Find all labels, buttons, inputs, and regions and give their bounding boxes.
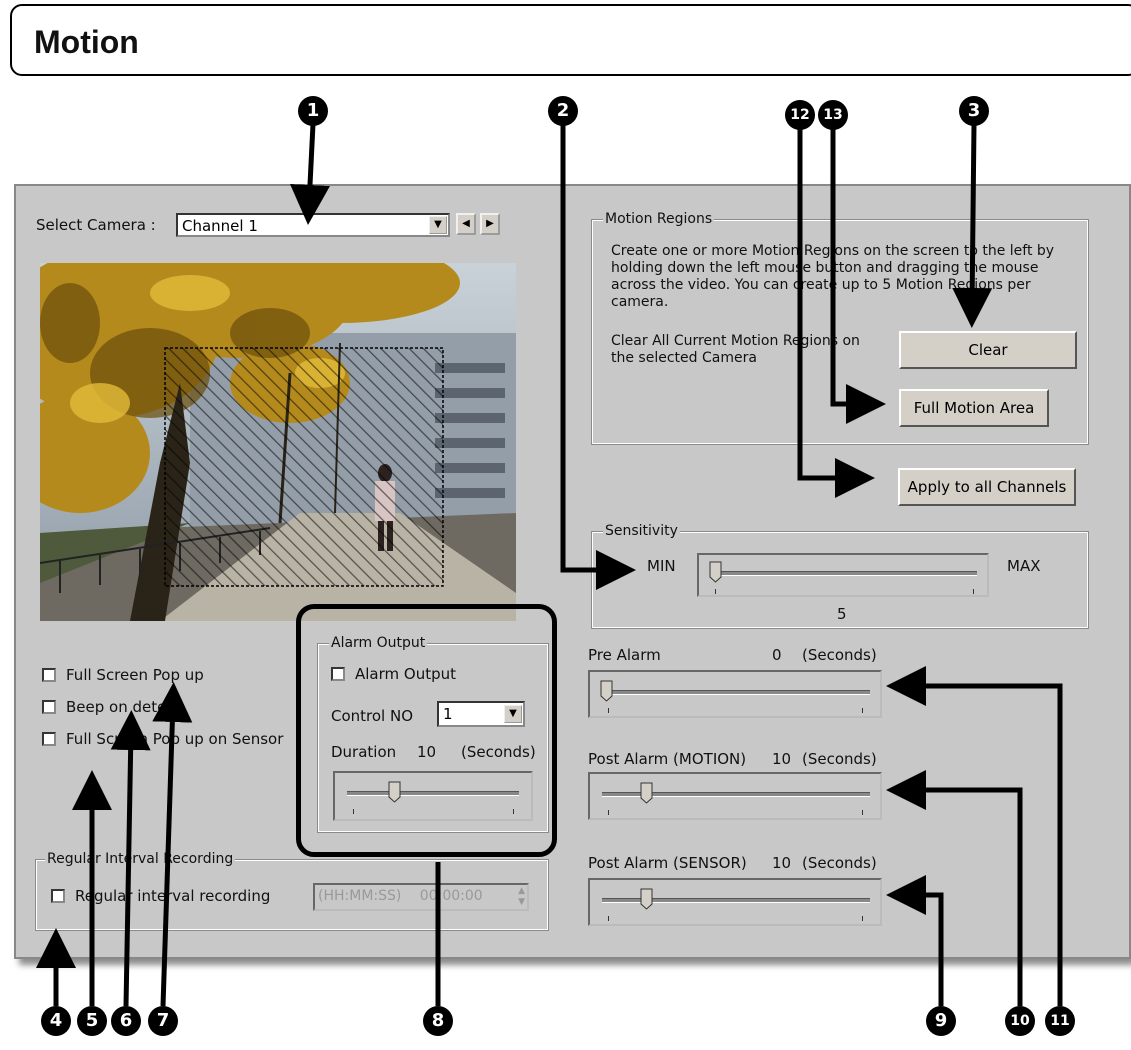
interval-time-format: (HH:MM:SS) — [318, 888, 402, 904]
callout-badge-5: 5 — [77, 1006, 107, 1036]
regular-interval-group: Regular Interval Recording Regular inter… — [35, 851, 549, 931]
title-bar: Motion — [10, 4, 1131, 76]
callout-badge-11: 11 — [1045, 1006, 1075, 1036]
full-screen-popup-sensor-checkbox[interactable] — [42, 732, 56, 746]
callout-badge-3: 3 — [959, 96, 989, 126]
post-alarm-sensor-unit: (Seconds) — [802, 854, 877, 872]
sensitivity-min-label: MIN — [647, 557, 676, 575]
sensitivity-slider[interactable] — [697, 553, 989, 597]
slider-thumb[interactable] — [600, 680, 613, 702]
pre-alarm-slider[interactable] — [588, 670, 882, 718]
regular-interval-checkbox[interactable] — [51, 889, 65, 903]
callout-badge-8: 8 — [423, 1006, 453, 1036]
callout-badge-7: 7 — [148, 1006, 178, 1036]
alarm-output-highlight — [296, 604, 557, 857]
chevron-down-icon[interactable]: ▼ — [429, 216, 447, 234]
beep-on-detect-label: Beep on detect — [66, 698, 181, 716]
sensitivity-group: Sensitivity MIN MAX 5 — [591, 523, 1089, 629]
camera-select-value: Channel 1 — [182, 217, 258, 235]
post-alarm-motion-label: Post Alarm (MOTION) — [588, 750, 747, 768]
post-alarm-motion-unit: (Seconds) — [802, 750, 877, 768]
callout-badge-12: 12 — [785, 100, 815, 130]
sensitivity-legend: Sensitivity — [603, 523, 680, 539]
callout-badge-2: 2 — [548, 96, 578, 126]
clear-regions-text: Clear All Current Motion Regions on the … — [611, 333, 860, 366]
callout-badge-1: 1 — [298, 96, 328, 126]
right-arrow-icon: ▶ — [486, 218, 494, 229]
motion-regions-description: Create one or more Motion Regions on the… — [611, 243, 1055, 310]
slider-thumb[interactable] — [640, 782, 653, 804]
sensitivity-max-label: MAX — [1007, 557, 1041, 575]
pre-alarm-value: 0 — [772, 646, 782, 664]
post-alarm-sensor-slider[interactable] — [588, 878, 882, 926]
beep-on-detect-checkbox[interactable] — [42, 700, 56, 714]
slider-thumb[interactable] — [709, 561, 722, 583]
video-preview[interactable] — [40, 263, 516, 621]
callout-badge-9: 9 — [926, 1006, 956, 1036]
prev-camera-button[interactable]: ◀ — [456, 213, 476, 235]
slider-thumb[interactable] — [640, 888, 653, 910]
sensitivity-value: 5 — [837, 605, 847, 623]
pre-alarm-label: Pre Alarm — [588, 646, 661, 664]
full-screen-popup-checkbox[interactable] — [42, 668, 56, 682]
select-camera-label: Select Camera : — [36, 216, 156, 234]
full-screen-popup-sensor-label: Full Screen Pop up on Sensor — [66, 730, 284, 748]
callout-badge-10: 10 — [1005, 1006, 1035, 1036]
callout-badge-6: 6 — [111, 1006, 141, 1036]
regular-interval-label: Regular interval recording — [75, 887, 271, 905]
callout-badge-4: 4 — [41, 1006, 71, 1036]
post-alarm-sensor-value: 10 — [772, 854, 792, 872]
post-alarm-motion-slider[interactable] — [588, 772, 882, 820]
motion-regions-legend: Motion Regions — [603, 211, 715, 227]
post-alarm-sensor-label: Post Alarm (SENSOR) — [588, 854, 747, 872]
spinner-icon[interactable]: ▲ ▼ — [518, 886, 525, 908]
left-arrow-icon: ◀ — [462, 218, 470, 229]
interval-time-value: 00:00:00 — [419, 888, 483, 904]
next-camera-button[interactable]: ▶ — [480, 213, 500, 235]
page-title: Motion — [34, 24, 139, 60]
full-motion-area-button[interactable]: Full Motion Area — [899, 389, 1049, 427]
post-alarm-motion-value: 10 — [772, 750, 792, 768]
callout-badge-13: 13 — [818, 100, 848, 130]
camera-select[interactable]: Channel 1 ▼ — [176, 213, 450, 237]
regular-interval-legend: Regular Interval Recording — [45, 851, 236, 867]
pre-alarm-unit: (Seconds) — [802, 646, 877, 664]
camera-image — [40, 263, 516, 621]
motion-settings-panel: Select Camera : Channel 1 ▼ ◀ ▶ Full Scr… — [14, 184, 1131, 959]
apply-to-all-channels-button[interactable]: Apply to all Channels — [898, 468, 1076, 506]
interval-time-field[interactable]: (HH:MM:SS) 00:00:00 ▲ ▼ — [313, 883, 529, 911]
full-screen-popup-label: Full Screen Pop up — [66, 666, 204, 684]
motion-regions-group: Motion Regions Create one or more Motion… — [591, 211, 1089, 445]
clear-button[interactable]: Clear — [899, 331, 1077, 369]
